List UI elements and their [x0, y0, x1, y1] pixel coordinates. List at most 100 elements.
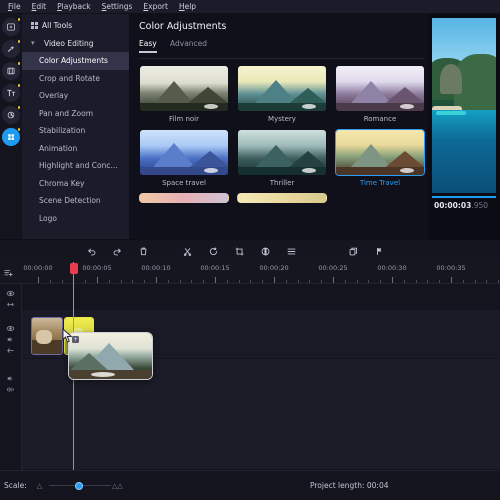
ruler-tick	[344, 280, 346, 283]
nav-item-label: Logo	[39, 213, 57, 223]
playhead-handle[interactable]	[69, 263, 78, 274]
link-icon[interactable]	[6, 300, 15, 311]
zoom-in-icon[interactable]: △△	[112, 482, 123, 490]
mouse-cursor	[62, 328, 73, 343]
duplicate-button[interactable]	[340, 240, 366, 263]
menu-export[interactable]: Export	[138, 0, 174, 14]
color-adjustments-panel: Color Adjustments Easy Advanced Film noi…	[130, 14, 428, 239]
speaker-icon[interactable]	[6, 335, 15, 346]
preview-progress-bar[interactable]	[432, 196, 496, 198]
menu-settings[interactable]: Settings	[97, 0, 139, 14]
arrow-left-icon[interactable]	[6, 346, 15, 357]
preset-mystery[interactable]: Mystery	[237, 65, 327, 123]
preset-thumbnail-partial[interactable]	[139, 192, 229, 203]
tool-rail	[0, 14, 22, 239]
nav-group-video-editing[interactable]: ▾ Video Editing	[22, 35, 129, 53]
more-tools-icon[interactable]	[2, 128, 20, 146]
cut-button[interactable]	[174, 240, 200, 263]
crop-button[interactable]	[226, 240, 252, 263]
transitions-icon[interactable]	[2, 62, 20, 80]
timeline-ruler[interactable]: 00:00:00 00:00:05 00:00:10 00:00:15 00:0…	[0, 262, 500, 470]
eye-icon[interactable]	[6, 289, 15, 300]
tab-easy[interactable]: Easy	[139, 39, 157, 56]
undo-button[interactable]	[78, 240, 104, 263]
stickers-icon[interactable]	[2, 106, 20, 124]
ruler-tick	[61, 280, 63, 283]
magic-wand-icon[interactable]	[2, 40, 20, 58]
preset-thriller[interactable]: Thriller	[237, 129, 327, 187]
tools-nav: All Tools ▾ Video Editing Color Adjustme…	[22, 14, 130, 239]
menu-playback[interactable]: Playback	[52, 0, 96, 14]
speaker-icon[interactable]	[6, 374, 15, 385]
audio-wave-icon[interactable]	[6, 385, 15, 396]
ruler-tick	[179, 280, 181, 283]
ruler-tick	[49, 280, 51, 283]
ruler-tick	[120, 280, 122, 283]
ruler-tick	[392, 277, 393, 283]
ruler-label: 00:00:25	[318, 264, 348, 272]
panel-tabs: Easy Advanced	[139, 39, 428, 56]
sidebar-item-stabilization[interactable]: Stabilization	[22, 122, 129, 140]
drag-preview-thumbnail[interactable]	[68, 332, 153, 380]
timecode-main: 00:00:03	[434, 201, 472, 210]
timecode-ms: .950	[471, 201, 489, 210]
menu-file[interactable]: File	[3, 0, 27, 14]
zoom-out-icon[interactable]: △	[37, 482, 42, 490]
menu-edit[interactable]: Edit	[27, 0, 53, 14]
sidebar-item-crop-and-rotate[interactable]: Crop and Rotate	[22, 70, 129, 88]
sidebar-item-pan-and-zoom[interactable]: Pan and Zoom	[22, 105, 129, 123]
ruler-tick	[333, 277, 334, 283]
delete-button[interactable]	[130, 240, 156, 263]
nav-all-tools[interactable]: All Tools	[22, 17, 129, 35]
preset-thumbnail	[139, 65, 229, 112]
sidebar-item-overlay[interactable]: Overlay	[22, 87, 129, 105]
scale-slider[interactable]: △ △△	[35, 480, 125, 492]
preset-film-noir[interactable]: Film noir	[139, 65, 229, 123]
tab-advanced[interactable]: Advanced	[170, 39, 207, 56]
preset-thumbnail	[237, 129, 327, 176]
color-button[interactable]	[252, 240, 278, 263]
preset-thumbnail-partial[interactable]	[237, 192, 327, 203]
slider-handle[interactable]	[74, 481, 83, 490]
import-media-icon[interactable]	[2, 18, 20, 36]
add-track-icon[interactable]	[3, 268, 14, 280]
snow-patch	[204, 103, 218, 109]
ruler-tick	[427, 280, 429, 283]
timeline-tracks: +	[0, 284, 500, 470]
eye-icon[interactable]	[6, 324, 15, 335]
sidebar-item-logo[interactable]: Logo	[22, 210, 129, 228]
preset-label: Space travel	[162, 178, 206, 187]
preset-label: Film noir	[169, 114, 199, 123]
redo-button[interactable]	[104, 240, 130, 263]
ruler-tick	[262, 280, 264, 283]
snow-patch	[302, 167, 316, 173]
ruler-tick	[38, 277, 39, 283]
sidebar-item-color-adjustments[interactable]: Color Adjustments	[22, 52, 129, 70]
sidebar-item-scene-detection[interactable]: Scene Detection	[22, 192, 129, 210]
video-clip-1[interactable]	[31, 317, 63, 355]
project-length: Project length: 00:04	[310, 481, 389, 490]
rotate-button[interactable]	[200, 240, 226, 263]
menu-help[interactable]: Help	[174, 0, 202, 14]
preset-romance[interactable]: Romance	[335, 65, 425, 123]
snow-patch	[400, 103, 414, 109]
ruler-label: 00:00:00	[23, 264, 53, 272]
titles-icon[interactable]	[2, 84, 20, 102]
ruler-tick	[439, 280, 441, 283]
sidebar-item-animation[interactable]: Animation	[22, 140, 129, 158]
preset-time-travel[interactable]: Time Travel	[335, 128, 425, 187]
page-title: Color Adjustments	[139, 21, 227, 32]
nav-item-label: Scene Detection	[39, 196, 101, 206]
ruler-tick	[108, 280, 110, 283]
ruler-tick	[250, 280, 252, 283]
preset-thumbnail	[237, 65, 327, 112]
notification-dot	[17, 18, 20, 21]
properties-button[interactable]	[278, 240, 304, 263]
sidebar-item-highlight-and-conceal[interactable]: Highlight and Conc...	[22, 157, 129, 175]
marker-button[interactable]	[366, 240, 392, 263]
ruler-tick	[321, 280, 323, 283]
preview-image[interactable]	[432, 18, 496, 193]
preset-label: Mystery	[268, 114, 296, 123]
preset-space-travel[interactable]: Space travel	[139, 129, 229, 187]
sidebar-item-chroma-key[interactable]: Chroma Key	[22, 175, 129, 193]
